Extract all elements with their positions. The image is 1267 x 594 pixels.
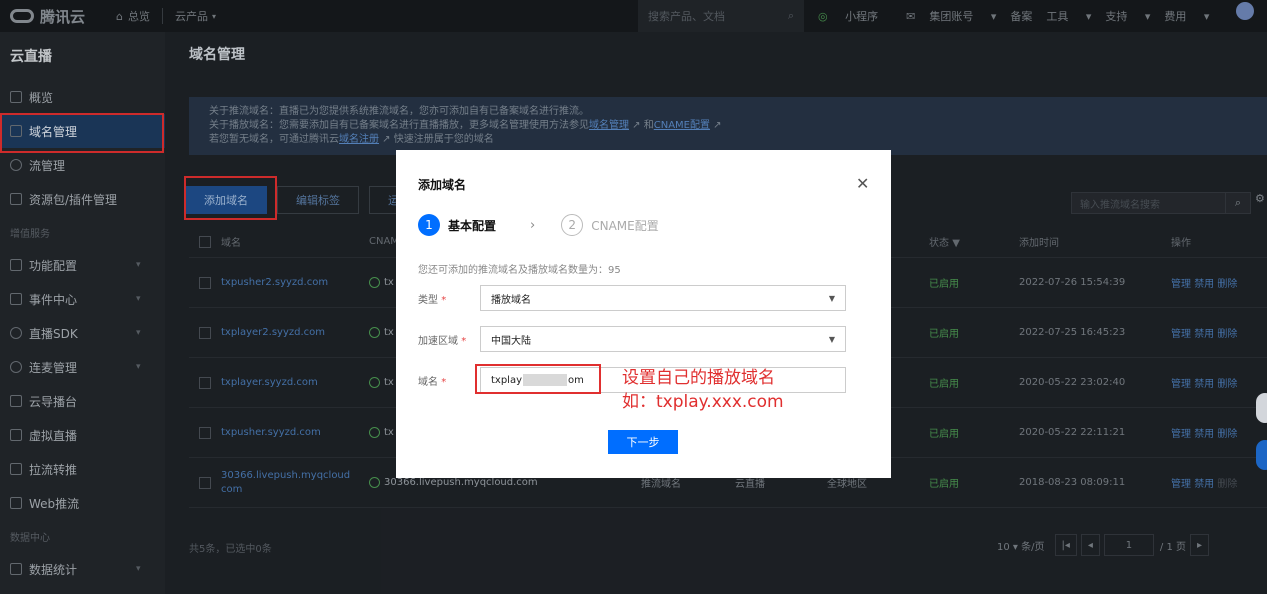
region-label: 加速区域 * — [418, 332, 480, 347]
region-select[interactable]: 中国大陆 ▼ — [480, 326, 846, 352]
annotation-line: 如：txplay.xxx.com — [622, 392, 784, 412]
step-1-number: 1 — [418, 214, 440, 236]
step-2-number: 2 — [561, 214, 584, 236]
region-row: 加速区域 * 中国大陆 ▼ — [418, 326, 846, 352]
add-domain-dialog: 添加域名 ✕ 1 基本配置 › 2 CNAME配置 您还可添加的推流域名及播放域… — [396, 150, 891, 478]
region-value: 中国大陆 — [491, 335, 531, 347]
next-step-button[interactable]: 下一步 — [608, 430, 678, 454]
caret-down-icon: ▼ — [828, 293, 835, 303]
type-label: 类型 * — [418, 291, 480, 306]
required-mark: * — [441, 294, 447, 306]
caret-down-icon: ▼ — [828, 334, 835, 344]
quota-hint: 您还可添加的推流域名及播放域名数量为：95 — [418, 265, 621, 276]
region-label-text: 加速区域 — [418, 335, 458, 347]
annotation-line: 设置自己的播放域名 — [622, 368, 775, 388]
dialog-title: 添加域名 — [418, 178, 467, 192]
required-mark: * — [441, 376, 447, 388]
required-mark: * — [461, 335, 467, 347]
type-value: 播放域名 — [491, 294, 531, 306]
step-1-label: 基本配置 — [448, 218, 497, 233]
step-indicator: 1 基本配置 › 2 CNAME配置 — [418, 214, 659, 236]
step-2-label: CNAME配置 — [591, 218, 659, 233]
type-row: 类型 * 播放域名 ▼ — [418, 285, 846, 311]
domain-label: 域名 * — [418, 373, 480, 388]
annotation-text: 设置自己的播放域名 如：txplay.xxx.com — [622, 366, 784, 414]
type-select[interactable]: 播放域名 ▼ — [480, 285, 846, 311]
chevron-right-icon: › — [530, 217, 536, 233]
domain-label-text: 域名 — [418, 376, 438, 388]
close-icon[interactable]: ✕ — [856, 174, 869, 193]
highlight-box-domain-input — [475, 364, 601, 394]
type-label-text: 类型 — [418, 294, 438, 306]
